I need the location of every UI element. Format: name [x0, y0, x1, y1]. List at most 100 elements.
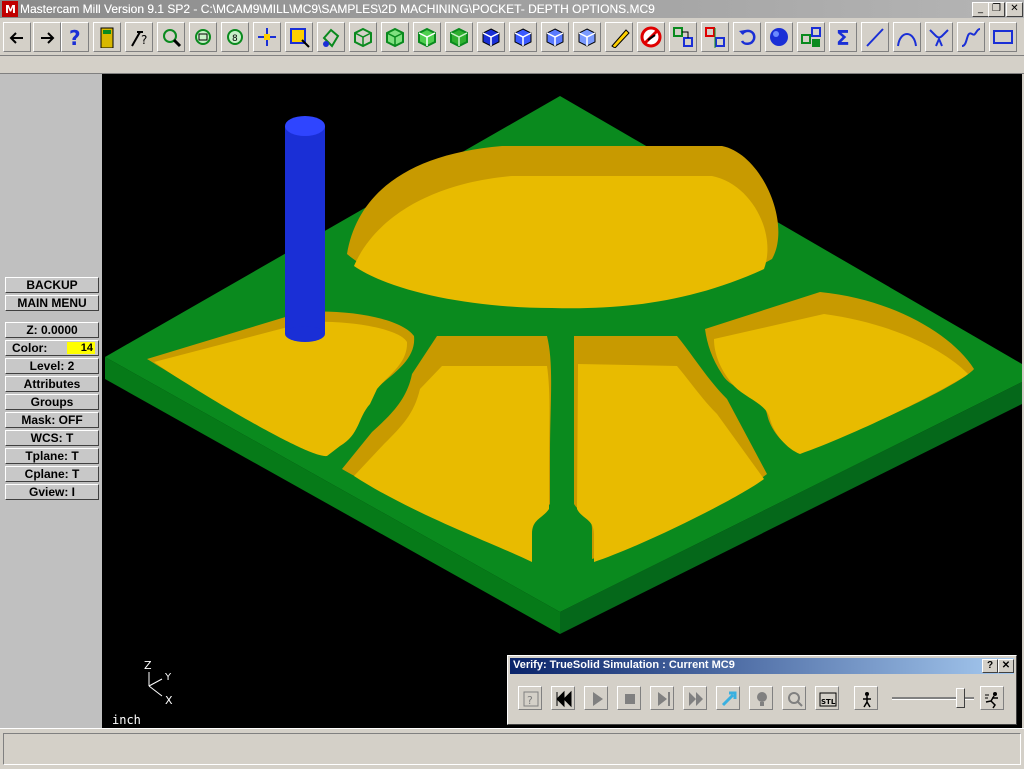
view-iso-icon [450, 27, 468, 48]
toolbar-operations-manager-button[interactable] [797, 22, 825, 52]
toolbar-arc-button[interactable] [893, 22, 921, 52]
attributes-button[interactable]: Attributes [5, 376, 99, 392]
minimize-button[interactable]: _ [972, 2, 989, 17]
title-bar: M Mastercam Mill Version 9.1 SP2 - C:\MC… [0, 0, 1024, 18]
fillet-icon [929, 29, 949, 47]
minimize-icon: _ [978, 3, 983, 14]
toolbar-cplane-top-button[interactable] [477, 22, 505, 52]
toolbar-cplane-front-button[interactable] [509, 22, 537, 52]
toolbar-translate-button[interactable] [669, 22, 697, 52]
toolbar-unzoom-button[interactable] [189, 22, 217, 52]
toolbar-sigma-button[interactable]: Σ [829, 22, 857, 52]
fast-forward-icon [689, 692, 703, 706]
restore-button[interactable]: ❐ [988, 2, 1005, 17]
toolbar-view-side-button[interactable] [413, 22, 441, 52]
view-front-icon [386, 27, 404, 48]
toolbar-arrow-left-button[interactable] [3, 22, 31, 52]
groups-button[interactable]: Groups [5, 394, 99, 410]
svg-text:Σ: Σ [836, 26, 850, 48]
options-icon: ? [523, 691, 539, 707]
speed-slider-thumb[interactable] [956, 688, 965, 708]
axis-y-line [148, 678, 163, 687]
magnify-icon [788, 692, 803, 707]
sigma-icon: Σ [836, 26, 850, 48]
toolbar-zoom-button[interactable] [157, 22, 185, 52]
toolbar-shade-sphere-button[interactable] [765, 22, 793, 52]
toolbar-fillet-button[interactable] [925, 22, 953, 52]
mask-button[interactable]: Mask: OFF [5, 412, 99, 428]
status-bar [0, 728, 1024, 769]
svg-text:8: 8 [232, 34, 238, 44]
verify-step-button[interactable] [650, 686, 674, 710]
toolbar-dynamic-rotate-button[interactable] [317, 22, 345, 52]
main-menu-button[interactable]: MAIN MENU [5, 295, 99, 311]
svg-text:STL: STL [821, 698, 836, 706]
mastercam-app-icon[interactable]: M [2, 1, 18, 17]
rewind-icon [556, 690, 572, 708]
toolbar-arrow-right-button[interactable] [33, 22, 61, 52]
axis-z-label: Z [144, 659, 152, 672]
graphics-viewport[interactable]: Z Y X inch [102, 74, 1022, 728]
mirror-icon [705, 27, 725, 48]
toolbar-spline-button[interactable] [957, 22, 985, 52]
close-icon: ✕ [1010, 3, 1019, 14]
stop-icon [625, 694, 635, 704]
backup-button[interactable]: BACKUP [5, 277, 99, 293]
verify-play-button[interactable] [584, 686, 608, 710]
toolbar-line-button[interactable] [861, 22, 889, 52]
svg-text:M: M [5, 3, 16, 16]
verify-tool-display-button[interactable] [716, 686, 740, 710]
svg-text:?: ? [527, 694, 533, 707]
speed-slow-icon [863, 692, 871, 708]
color-button[interactable]: Color: 14 [5, 340, 99, 356]
verify-stl-save-button[interactable]: STL [815, 686, 839, 710]
toolbar-zoom-window-button[interactable] [285, 22, 313, 52]
toolbar-cplane-side-button[interactable] [541, 22, 569, 52]
help-icon: ? [69, 26, 81, 48]
toolbar-view-iso-button[interactable] [445, 22, 473, 52]
view-side-icon [418, 27, 436, 48]
toolbar-delete-button[interactable] [637, 22, 665, 52]
verify-title-bar[interactable]: Verify: TrueSolid Simulation : Current M… [510, 658, 1014, 674]
svg-text:?: ? [69, 26, 81, 48]
cutting-tool-top [285, 116, 325, 136]
toolbar-view-front-button[interactable] [381, 22, 409, 52]
toolbar-analyze-help-button[interactable]: ? [125, 22, 153, 52]
toolbar-erase-pencil-button[interactable] [605, 22, 633, 52]
cplane-side-icon [546, 28, 564, 47]
toolbar-view-top-button[interactable] [349, 22, 377, 52]
toolbar-undo-button[interactable] [733, 22, 761, 52]
tplane-button[interactable]: Tplane: T [5, 448, 99, 464]
z-depth-button[interactable]: Z: 0.0000 [5, 322, 99, 338]
speed-slider[interactable] [892, 686, 974, 710]
verify-magnify-button[interactable] [782, 686, 806, 710]
verify-close-button[interactable]: ✕ [998, 659, 1014, 673]
verify-rewind-button[interactable] [551, 686, 575, 710]
verify-help-button[interactable]: ? [982, 659, 998, 673]
verify-stop-button[interactable] [617, 686, 641, 710]
verify-options-button[interactable]: ? [518, 686, 542, 710]
close-icon: ✕ [1001, 660, 1011, 671]
verify-light-button[interactable] [749, 686, 773, 710]
help-icon: ? [986, 660, 994, 671]
toolbar-help-button[interactable]: ? [61, 22, 89, 52]
toolbar-cplane-3d-button[interactable] [573, 22, 601, 52]
toolbar-mirror-button[interactable] [701, 22, 729, 52]
toolbar-pan-button[interactable] [253, 22, 281, 52]
close-button[interactable]: ✕ [1006, 2, 1023, 17]
toolbar-calculator-button[interactable] [93, 22, 121, 52]
wcs-button[interactable]: WCS: T [5, 430, 99, 446]
cplane-3d-icon [578, 28, 596, 47]
verify-fast-forward-button[interactable] [683, 686, 707, 710]
cplane-front-icon [514, 28, 532, 47]
toolbar-zoom-8-button[interactable]: 8 [221, 22, 249, 52]
toolbar-rectangle-button[interactable] [989, 22, 1017, 52]
verify-speed-slow-button[interactable] [854, 686, 878, 710]
verify-speed-fast-button[interactable] [980, 686, 1004, 710]
speed-fast-icon [985, 692, 998, 709]
gview-button[interactable]: Gview: I [5, 484, 99, 500]
cplane-button[interactable]: Cplane: T [5, 466, 99, 482]
arc-icon [897, 33, 917, 47]
window-title: Mastercam Mill Version 9.1 SP2 - C:\MCAM… [20, 2, 655, 16]
level-button[interactable]: Level: 2 [5, 358, 99, 374]
